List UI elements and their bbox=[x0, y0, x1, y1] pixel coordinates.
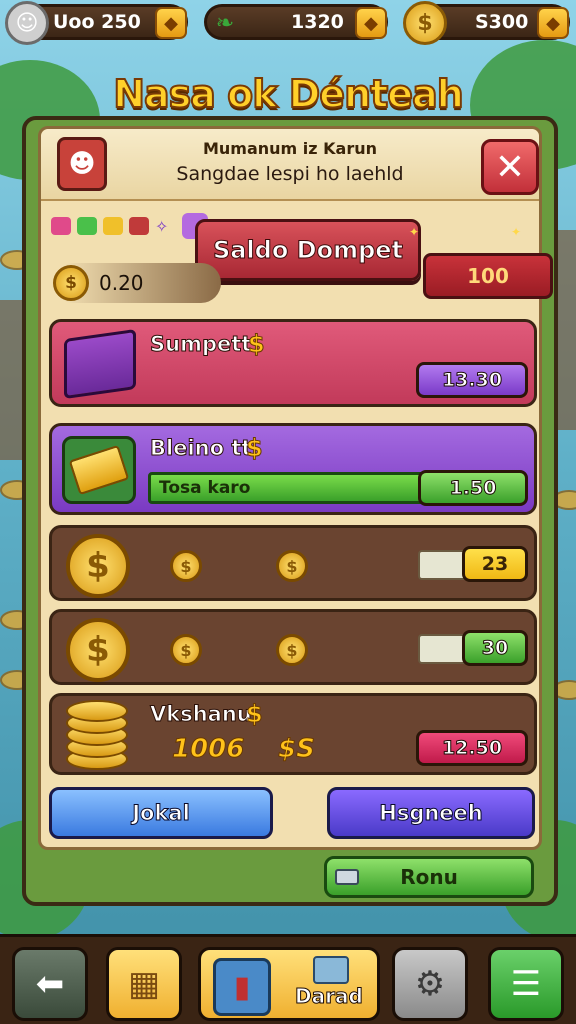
shop-item-card[interactable]: $ $ $ 23 bbox=[49, 525, 537, 601]
shop-bag-icon: ▮ bbox=[213, 958, 271, 1016]
item-price-button[interactable]: 1.50 bbox=[418, 470, 528, 506]
star-icon: ✦ bbox=[511, 225, 522, 239]
leaf-icon: ❧ bbox=[215, 10, 235, 36]
resource-coins[interactable]: $ S300 ◆ bbox=[403, 1, 570, 45]
gems-row: ✧ bbox=[51, 213, 209, 239]
gem-icon bbox=[77, 217, 97, 235]
quantity-slot bbox=[418, 550, 466, 580]
coin-icon: $ bbox=[276, 550, 308, 582]
item-price-button[interactable]: 12.50 bbox=[416, 730, 528, 766]
item-label: Bleino tt bbox=[149, 436, 252, 461]
hut-wall bbox=[556, 230, 576, 430]
bottom-navigation: ⬅ ▦ ▮ Darad ⚙ ☰ bbox=[0, 934, 576, 1024]
chest-icon bbox=[313, 956, 349, 984]
gold-bars-icon bbox=[62, 436, 136, 504]
resource-leaves[interactable]: ❧ 1320 ◆ bbox=[204, 4, 388, 40]
item-price-button[interactable]: 23 bbox=[462, 546, 528, 582]
gift-box-icon bbox=[64, 328, 136, 400]
item-amount: 1006 bbox=[171, 734, 245, 765]
close-icon: ✕ bbox=[494, 146, 526, 188]
resource-value: Uoo 250 bbox=[53, 11, 141, 33]
item-progress-bar: Tosa karo bbox=[148, 472, 428, 504]
star-icon: ✦ bbox=[409, 225, 420, 239]
confirm-label: Ronu bbox=[400, 865, 458, 889]
dollar-icon: $ bbox=[248, 330, 266, 359]
add-resource-button[interactable]: ◆ bbox=[355, 7, 387, 39]
wallet-balance-banner: Saldo Dompet bbox=[195, 219, 421, 281]
crate-icon: ▦ bbox=[127, 964, 161, 1004]
coin-icon: $ bbox=[66, 618, 130, 682]
hut-wall bbox=[0, 300, 24, 460]
panel-content: ☻ Mumanum iz Karun Sangdae lespi ho laeh… bbox=[38, 126, 553, 850]
shop-nav-label: Darad bbox=[295, 984, 364, 1009]
sparkle-icon: ✧ bbox=[155, 216, 169, 236]
item-price-button[interactable]: 30 bbox=[462, 630, 528, 666]
cash-icon bbox=[335, 869, 359, 885]
inventory-button[interactable]: ▦ bbox=[106, 947, 182, 1021]
add-resource-button[interactable]: ◆ bbox=[537, 7, 569, 39]
shop-nav-button[interactable]: ▮ Darad bbox=[198, 947, 380, 1021]
coin-icon: $ bbox=[276, 634, 308, 666]
resource-value: 1320 bbox=[291, 11, 344, 33]
gear-icon: ⚙ bbox=[414, 964, 446, 1004]
coin-icon: $ bbox=[66, 534, 130, 598]
coin-icon: $ bbox=[403, 1, 447, 45]
shop-item-card[interactable]: Bleino tt $ Tosa karo 1.50 bbox=[49, 423, 537, 515]
coin-icon: $ bbox=[170, 550, 202, 582]
confirm-button[interactable]: Ronu bbox=[324, 856, 534, 898]
dollar-icon: $ bbox=[246, 700, 264, 729]
back-button[interactable]: ⬅ bbox=[12, 947, 88, 1021]
shop-item-card[interactable]: $ $ $ 30 bbox=[49, 609, 537, 685]
menu-icon: ☰ bbox=[510, 964, 542, 1004]
balance-total: 100 bbox=[423, 253, 553, 299]
right-action-button[interactable]: Hsgneeh bbox=[327, 787, 535, 839]
avatar-icon: ☺ bbox=[5, 1, 49, 45]
item-amount-currency: $S bbox=[278, 734, 316, 765]
resource-value: S300 bbox=[475, 11, 529, 33]
dollar-icon: $ bbox=[246, 434, 264, 463]
balance-row: $ 0.20 bbox=[53, 263, 221, 303]
resource-profile[interactable]: ☺ Uoo 250 ◆ bbox=[5, 1, 188, 45]
resource-bar: ☺ Uoo 250 ◆ ❧ 1320 ◆ $ S300 ◆ bbox=[5, 1, 570, 45]
menu-button[interactable]: ☰ bbox=[488, 947, 564, 1021]
gem-icon bbox=[103, 217, 123, 235]
panel-header: ☻ Mumanum iz Karun Sangdae lespi ho laeh… bbox=[41, 129, 539, 201]
wallet-panel: ☻ Mumanum iz Karun Sangdae lespi ho laeh… bbox=[22, 116, 558, 906]
header-line-1: Mumanum iz Karun bbox=[202, 139, 378, 158]
quantity-slot bbox=[418, 634, 466, 664]
close-button[interactable]: ✕ bbox=[481, 139, 539, 195]
shop-item-card[interactable]: Vkshanu $ 1006 $S 12.50 bbox=[49, 693, 537, 775]
arrow-left-icon: ⬅ bbox=[35, 964, 65, 1004]
coin-icon: $ bbox=[170, 634, 202, 666]
balance-value: 0.20 bbox=[99, 271, 144, 295]
header-line-2: Sangdae lespi ho laehld bbox=[176, 163, 404, 185]
gem-icon bbox=[51, 217, 71, 235]
coin-icon: $ bbox=[53, 265, 89, 301]
shop-item-card[interactable]: Sumpett $ 13.30 bbox=[49, 319, 537, 407]
settings-button[interactable]: ⚙ bbox=[392, 947, 468, 1021]
item-label: Sumpett bbox=[149, 332, 252, 357]
item-label: Vkshanu bbox=[150, 702, 253, 727]
screen-title: Nasa ok Dénteah bbox=[112, 71, 465, 117]
gem-icon bbox=[129, 217, 149, 235]
add-resource-button[interactable]: ◆ bbox=[155, 7, 187, 39]
coin-stack-icon bbox=[66, 700, 128, 770]
left-action-button[interactable]: Jokal bbox=[49, 787, 273, 839]
item-price-button[interactable]: 13.30 bbox=[416, 362, 528, 398]
